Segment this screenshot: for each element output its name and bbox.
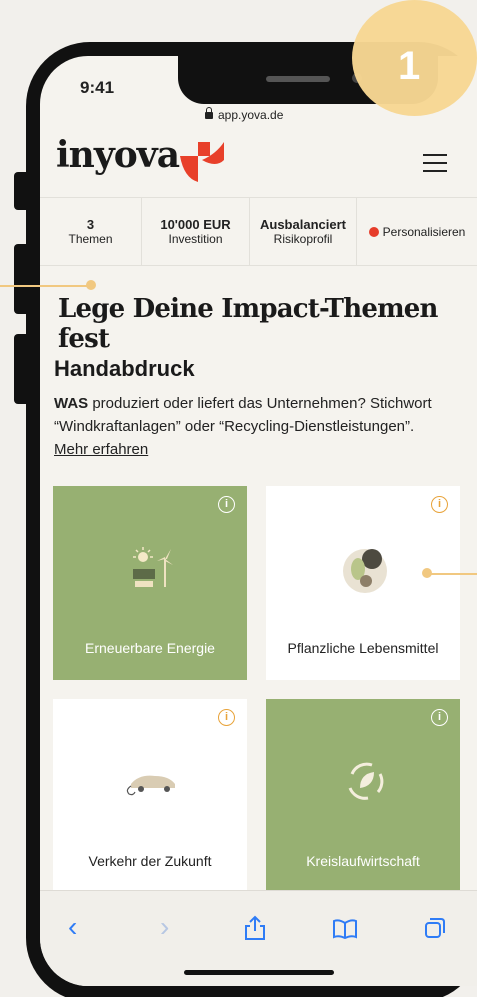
stat-risk-profile[interactable]: Ausbalanciert Risikoprofil — [250, 198, 357, 265]
home-indicator[interactable] — [184, 970, 334, 975]
theme-card-transport[interactable]: i Verkehr der Zukunft — [53, 699, 247, 893]
info-icon[interactable]: i — [218, 709, 235, 726]
section-description: WAS produziert oder liefert das Unterneh… — [54, 395, 432, 458]
logo[interactable]: inyova — [56, 134, 180, 176]
card-label: Verkehr der Zukunft — [88, 853, 212, 869]
volume-down-button — [14, 334, 28, 404]
logo-mark-icon — [180, 142, 224, 182]
electric-car-icon — [126, 775, 175, 796]
hamburger-icon[interactable] — [423, 154, 447, 172]
theme-card-renewable-energy[interactable]: i Erneuerbare Energie — [53, 486, 247, 680]
stat-investment[interactable]: 10'000 EUR Investition — [142, 198, 250, 265]
recycling-icon — [348, 762, 384, 800]
annotation-marker — [422, 568, 432, 578]
page-title: Lege Deine Impact-Themen fest — [58, 294, 438, 354]
renewable-energy-icon — [133, 547, 173, 587]
annotation-marker — [86, 280, 96, 290]
lock-icon — [205, 107, 213, 119]
plant-food-icon — [343, 549, 387, 593]
bookmarks-icon[interactable] — [332, 919, 358, 939]
forward-icon[interactable]: › — [160, 911, 169, 943]
silent-switch — [14, 172, 28, 210]
stat-themes[interactable]: 3 Themen — [40, 198, 142, 265]
annotation-line — [428, 573, 477, 575]
app-header: inyova — [40, 124, 477, 198]
volume-up-button — [14, 244, 28, 314]
status-time: 9:41 — [80, 78, 115, 97]
back-icon[interactable]: ‹ — [68, 911, 77, 943]
more-link[interactable]: Mehr erfahren — [54, 441, 148, 458]
card-label: Pflanzliche Lebensmittel — [287, 640, 439, 656]
theme-card-circular-economy[interactable]: i Kreislaufwirtschaft — [266, 699, 460, 893]
info-icon[interactable]: i — [218, 496, 235, 513]
share-icon[interactable] — [244, 915, 266, 941]
info-icon[interactable]: i — [431, 496, 448, 513]
phone-screen: 9:41 app.yova.de inyova 3 Themen 10'000 E… — [40, 56, 477, 986]
summary-bar: 3 Themen 10'000 EUR Investition Ausbalanci… — [40, 198, 477, 266]
address-bar[interactable]: app.yova.de — [205, 107, 284, 122]
step-number: 1 — [398, 44, 421, 88]
url-text: app.yova.de — [218, 108, 284, 122]
tabs-icon[interactable] — [424, 917, 446, 939]
section-title: Handabdruck — [54, 356, 195, 381]
theme-card-plant-food[interactable]: i Pflanzliche Lebensmittel — [266, 486, 460, 680]
card-label: Erneuerbare Energie — [85, 640, 215, 656]
card-label: Kreislaufwirtschaft — [306, 853, 420, 869]
info-icon[interactable]: i — [431, 709, 448, 726]
personalize-button[interactable]: Personalisieren — [357, 198, 477, 265]
annotation-line — [0, 285, 90, 287]
status-dot-icon — [368, 226, 379, 237]
